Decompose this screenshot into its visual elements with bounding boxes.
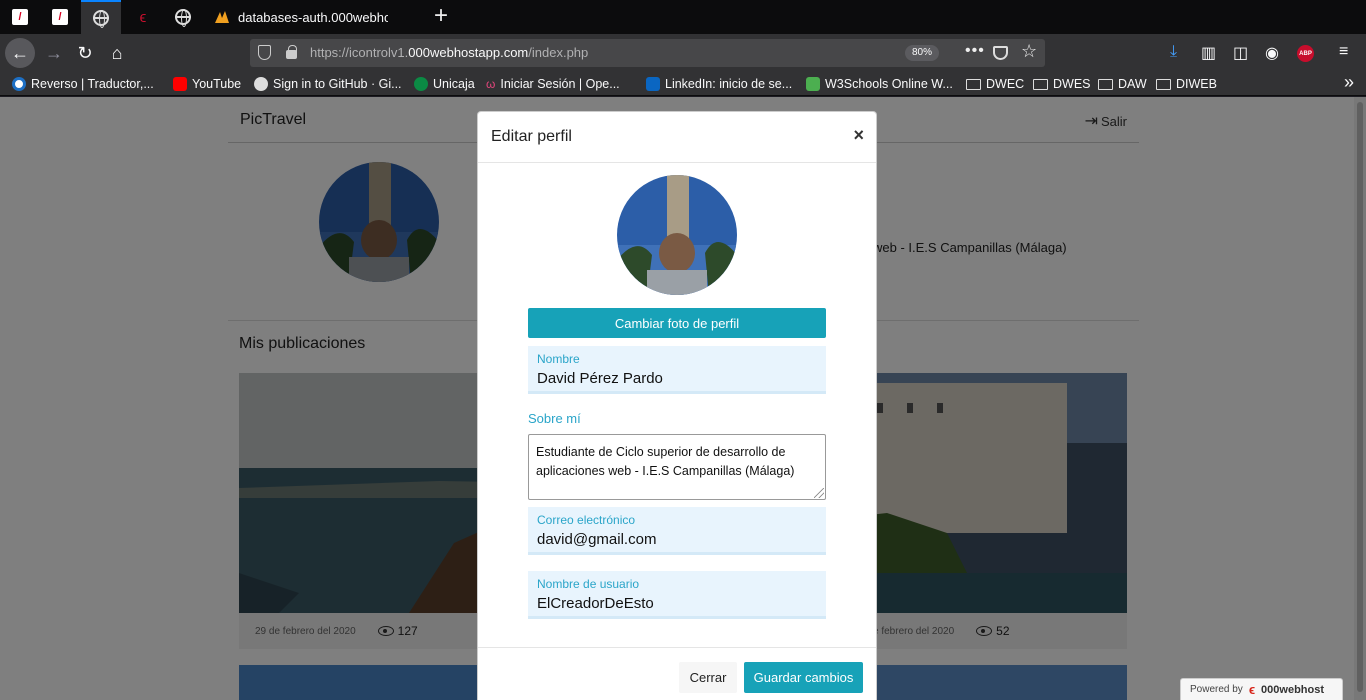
webhost-logo-icon: [215, 11, 229, 23]
bookmark-label: Reverso | Traductor,...: [31, 77, 154, 91]
webhost-icon: ϵ: [139, 8, 147, 26]
tracking-shield-icon[interactable]: [258, 45, 271, 60]
username-value[interactable]: ElCreadorDeEsto: [537, 595, 654, 612]
bookmarks-bar: Reverso | Traductor,... YouTube Sign in …: [0, 72, 1366, 96]
folder-icon: [966, 78, 981, 90]
adblock-icon[interactable]: ABP: [1297, 45, 1314, 62]
powered-brand: 000webhost: [1261, 683, 1325, 696]
url-bar[interactable]: https://icontrolv1.000webhostapp.com/ind…: [250, 39, 1045, 67]
sidebar-icon[interactable]: ◫: [1233, 43, 1248, 63]
modal-footer-divider: [478, 647, 876, 648]
linkedin-icon: [646, 77, 660, 91]
home-button[interactable]: ⌂: [103, 39, 131, 67]
openbank-icon: ω: [486, 77, 496, 91]
cancel-button[interactable]: Cerrar: [679, 662, 737, 693]
bookmark-youtube[interactable]: YouTube: [173, 76, 241, 92]
download-icon[interactable]: ⤓: [1170, 43, 1177, 61]
bookmark-star-icon[interactable]: ☆: [1021, 41, 1037, 62]
url-host: 000webhostapp.com: [408, 45, 529, 60]
save-button[interactable]: Guardar cambios: [744, 662, 863, 693]
bookmark-label: Sign in to GitHub · Gi...: [273, 77, 402, 91]
tab-pinned-1[interactable]: /: [0, 0, 40, 34]
tab-databases-auth[interactable]: databases-auth.000webhost.com: [204, 0, 399, 34]
reload-button[interactable]: ↻: [71, 39, 99, 67]
about-label: Sobre mí: [528, 411, 581, 426]
app-icon: /: [12, 9, 28, 25]
email-field[interactable]: Correo electrónico david@gmail.com: [528, 507, 826, 555]
username-label: Nombre de usuario: [537, 577, 640, 591]
bookmark-label: DIWEB: [1176, 77, 1217, 91]
github-icon: [254, 77, 268, 91]
pocket-icon[interactable]: [993, 46, 1008, 60]
bookmark-label: YouTube: [192, 77, 242, 91]
modal-title: Editar perfil: [491, 128, 572, 145]
bookmark-label: Iniciar Sesión | Ope...: [500, 77, 620, 91]
tab-pinned-5[interactable]: [163, 0, 203, 34]
url-text[interactable]: https://icontrolv1.000webhostapp.com/ind…: [310, 45, 588, 60]
unicaja-icon: [414, 77, 428, 91]
bookmark-iniciar-sesion[interactable]: ω Iniciar Sesión | Ope...: [486, 76, 620, 92]
name-field[interactable]: Nombre David Pérez Pardo: [528, 346, 826, 394]
navigation-toolbar: ← → ↻ ⌂ https://icontrolv1.000webhostapp…: [0, 34, 1366, 72]
bookmark-linkedin[interactable]: LinkedIn: inicio de se...: [646, 76, 792, 92]
globe-icon: [93, 10, 109, 28]
change-photo-button[interactable]: Cambiar foto de perfil: [528, 308, 826, 338]
bookmark-label: LinkedIn: inicio de se...: [665, 77, 793, 91]
about-value: Estudiante de Ciclo superior de desarrol…: [536, 445, 795, 478]
menu-icon[interactable]: ≡: [1339, 43, 1348, 61]
url-prefix: https://icontrolv1.: [310, 45, 409, 60]
bookmark-label: DWES: [1053, 77, 1091, 91]
chevron-right-icon[interactable]: »: [1344, 72, 1354, 93]
bookmark-folder-dwec[interactable]: DWEC: [966, 76, 1024, 92]
library-icon[interactable]: ▥: [1201, 43, 1216, 63]
bookmark-label: DAW: [1118, 77, 1147, 91]
about-textarea[interactable]: Estudiante de Ciclo superior de desarrol…: [528, 434, 826, 500]
bookmark-reverso[interactable]: Reverso | Traductor,...: [12, 76, 154, 92]
folder-icon: [1098, 78, 1113, 90]
back-button[interactable]: ←: [5, 38, 35, 68]
bookmark-folder-diweb[interactable]: DIWEB: [1156, 76, 1217, 92]
tab-title: databases-auth.000webhost.com: [238, 9, 388, 25]
url-path: /index.php: [528, 45, 589, 60]
bookmark-label: W3Schools Online W...: [825, 77, 953, 91]
bookmark-unicaja[interactable]: Unicaja: [414, 76, 475, 92]
reverso-icon: [12, 77, 26, 91]
resize-handle-icon[interactable]: [814, 488, 824, 498]
bookmark-folder-daw[interactable]: DAW: [1098, 76, 1147, 92]
bookmark-github[interactable]: Sign in to GitHub · Gi...: [254, 76, 402, 92]
w3schools-icon: [806, 77, 820, 91]
name-value[interactable]: David Pérez Pardo: [537, 370, 663, 387]
bookmark-w3schools[interactable]: W3Schools Online W...: [806, 76, 953, 92]
zoom-indicator[interactable]: 80%: [905, 45, 940, 61]
bookmark-label: DWEC: [986, 77, 1025, 91]
powered-by-badge[interactable]: Powered by ϵ 000webhost: [1180, 678, 1343, 700]
globe-icon: [175, 9, 191, 27]
tab-pinned-3[interactable]: [81, 0, 121, 34]
edit-profile-modal: Editar perfil × Cambiar foto de perfil N…: [477, 111, 877, 700]
username-field[interactable]: Nombre de usuario ElCreadorDeEsto: [528, 571, 826, 619]
modal-avatar: [617, 175, 737, 295]
name-label: Nombre: [537, 352, 580, 366]
folder-icon: [1033, 78, 1048, 90]
tab-bar: / / ϵ databases-auth.000webhost.com +: [0, 0, 1366, 34]
close-icon[interactable]: ×: [853, 125, 864, 146]
tab-pinned-2[interactable]: /: [40, 0, 80, 34]
app-icon: /: [52, 9, 68, 25]
powered-by-label: Powered by: [1190, 684, 1243, 695]
folder-icon: [1156, 78, 1171, 90]
bookmark-folder-dwes[interactable]: DWES: [1033, 76, 1091, 92]
modal-header: Editar perfil ×: [478, 112, 876, 163]
lock-icon[interactable]: [286, 45, 297, 59]
account-icon[interactable]: ◉: [1265, 43, 1279, 63]
email-value[interactable]: david@gmail.com: [537, 531, 656, 548]
page-actions-icon[interactable]: •••: [965, 42, 985, 60]
email-label: Correo electrónico: [537, 513, 636, 527]
new-tab-button[interactable]: +: [434, 4, 448, 28]
webhost-logo-icon: ϵ: [1248, 682, 1256, 697]
tab-pinned-4[interactable]: ϵ: [123, 0, 163, 34]
bookmark-label: Unicaja: [433, 77, 475, 91]
youtube-icon: [173, 77, 187, 91]
forward-button[interactable]: →: [40, 39, 68, 67]
